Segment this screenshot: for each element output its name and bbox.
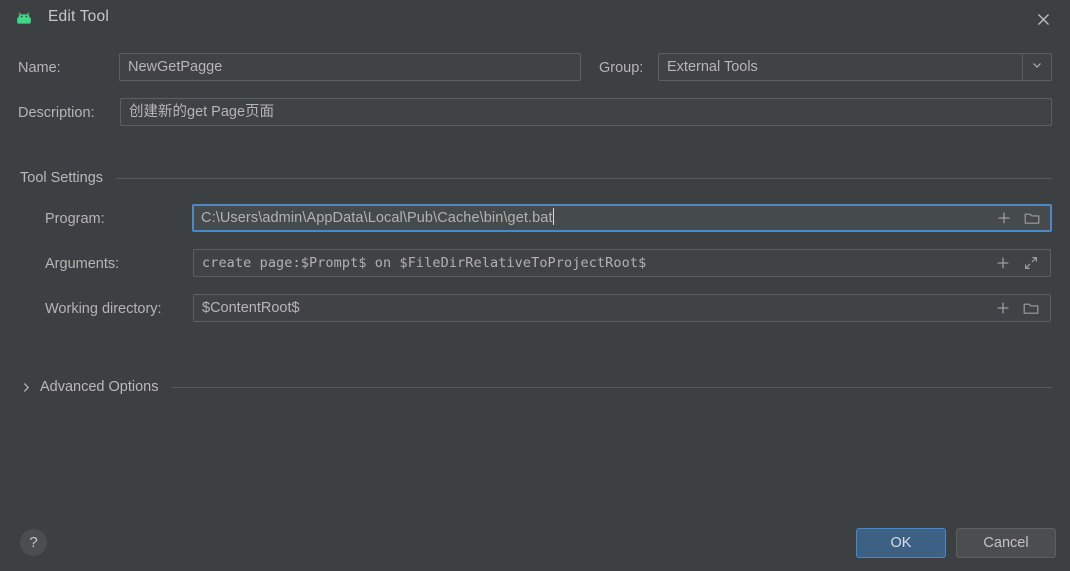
name-input[interactable]: NewGetPagge [119, 53, 581, 81]
working-directory-input[interactable]: $ContentRoot$ [193, 294, 1051, 322]
program-input[interactable]: C:\Users\admin\AppData\Local\Pub\Cache\b… [192, 204, 1052, 232]
cancel-button-label: Cancel [983, 535, 1029, 551]
folder-icon[interactable] [1019, 206, 1045, 230]
section-divider [115, 177, 1052, 179]
plus-icon[interactable] [990, 295, 1016, 321]
working-directory-input-value: $ContentRoot$ [202, 300, 300, 316]
plus-icon[interactable] [991, 206, 1017, 230]
title-bar: Edit Tool [0, 0, 1070, 37]
name-label: Name: [18, 60, 61, 76]
advanced-options-label: Advanced Options [40, 379, 159, 395]
description-label: Description: [18, 105, 95, 121]
group-combobox-value: External Tools [667, 59, 758, 75]
window-title: Edit Tool [48, 8, 109, 25]
description-input-value: 创建新的get Page页面 [129, 104, 275, 120]
chevron-right-icon [20, 381, 33, 394]
group-combobox[interactable]: External Tools [658, 53, 1022, 81]
text-caret [552, 208, 554, 225]
close-icon[interactable] [1030, 6, 1056, 32]
name-input-value: NewGetPagge [128, 59, 223, 75]
tool-settings-section-header: Tool Settings [20, 170, 1052, 186]
group-label: Group: [599, 60, 644, 76]
chevron-down-icon [1031, 59, 1043, 75]
ok-button[interactable]: OK [856, 528, 946, 558]
ok-button-label: OK [890, 535, 912, 551]
program-label: Program: [45, 211, 105, 227]
working-directory-label: Working directory: [45, 301, 162, 317]
expand-icon[interactable] [1018, 250, 1044, 276]
plus-icon[interactable] [990, 250, 1016, 276]
arguments-input-value: create page:$Prompt$ on $FileDirRelative… [202, 255, 647, 271]
help-button-label: ? [29, 534, 38, 551]
program-input-value: C:\Users\admin\AppData\Local\Pub\Cache\b… [201, 208, 554, 226]
tool-settings-label: Tool Settings [20, 170, 104, 186]
program-field-icons [991, 206, 1045, 230]
advanced-options-section-header[interactable]: Advanced Options [20, 379, 1052, 395]
description-input[interactable]: 创建新的get Page页面 [120, 98, 1052, 126]
arguments-label: Arguments: [45, 256, 120, 272]
group-dropdown-button[interactable] [1022, 53, 1052, 81]
folder-icon[interactable] [1018, 295, 1044, 321]
arguments-field-icons [990, 250, 1044, 276]
help-button[interactable]: ? [20, 529, 47, 556]
cancel-button[interactable]: Cancel [956, 528, 1056, 558]
working-directory-field-icons [990, 295, 1044, 321]
android-robot-icon [14, 9, 34, 29]
arguments-input[interactable]: create page:$Prompt$ on $FileDirRelative… [193, 249, 1051, 277]
section-divider [170, 386, 1052, 388]
